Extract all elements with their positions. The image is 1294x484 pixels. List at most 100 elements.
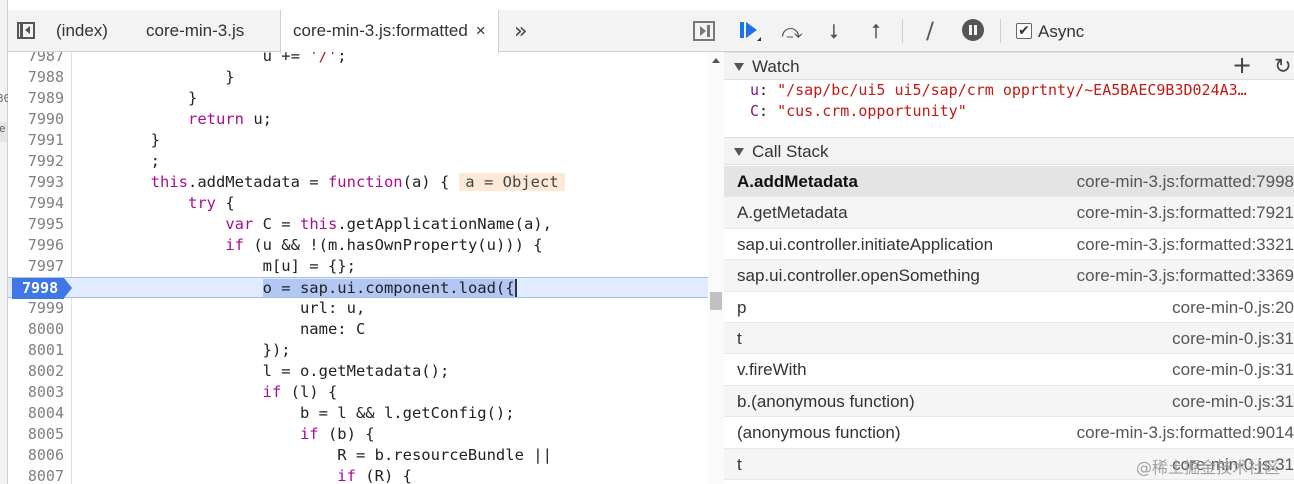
line-number[interactable]: 7994	[8, 193, 64, 214]
code-line[interactable]: 7992 ;	[8, 151, 708, 172]
code-text: if (R) {	[337, 467, 412, 484]
line-number[interactable]: 8005	[8, 424, 64, 445]
call-frame[interactable]: v.fireWith core-min-0.js:31	[724, 354, 1294, 386]
line-number[interactable]: 8003	[8, 382, 64, 403]
frame-location-link[interactable]: core-min-3.js:formatted:7921	[1024, 197, 1294, 228]
code-line[interactable]: 7999 url: u,	[8, 298, 708, 319]
line-number[interactable]: 7987	[8, 52, 64, 67]
line-number[interactable]: 7997	[8, 256, 64, 277]
code-line[interactable]: 7991 }	[8, 130, 708, 151]
deactivate-breakpoints-icon[interactable]: ⧸	[916, 19, 944, 43]
call-frame[interactable]: A.addMetadata core-min-3.js:formatted:799…	[724, 166, 1294, 198]
frame-location-link[interactable]: core-min-3.js:formatted:9014	[1024, 417, 1294, 448]
code-line[interactable]: 8004 b = l && l.getConfig();	[8, 403, 708, 424]
step-over-icon[interactable]: ⤼	[778, 19, 806, 43]
code-line[interactable]: 7990 return u;	[8, 109, 708, 130]
line-number[interactable]: 8002	[8, 361, 64, 382]
frame-function: sap.ui.controller.initiateApplication	[737, 234, 994, 254]
watermark: @稀土掘金技术社区	[1135, 458, 1280, 477]
line-number[interactable]: 8001	[8, 340, 64, 361]
call-frame[interactable]: sap.ui.controller.initiateApplication cor…	[724, 229, 1294, 261]
resume-icon[interactable]	[736, 19, 764, 43]
code-line[interactable]: 7997 m[u] = {};	[8, 256, 708, 277]
code-line[interactable]: 7989 }	[8, 88, 708, 109]
call-frame[interactable]: b.(anonymous function) core-min-0.js:31	[724, 385, 1294, 418]
code-text: });	[76, 341, 291, 359]
frame-function: v.fireWith	[737, 360, 807, 380]
frame-location-link[interactable]: core-min-3.js:formatted:3369	[1024, 260, 1294, 291]
line-number[interactable]: 8006	[8, 445, 64, 466]
code-text: name: C	[76, 320, 366, 338]
call-frame[interactable]: t core-min-0.js:31	[724, 322, 1294, 355]
code-line[interactable]: 8005 if (b) {	[8, 424, 708, 445]
watch-section-header[interactable]: Watch + ↻	[724, 51, 1294, 80]
tab-core-min-3[interactable]: core-min-3.js	[134, 10, 256, 52]
call-stack-section-header[interactable]: Call Stack	[724, 137, 1294, 165]
code-line[interactable]: 8002 l = o.getMetadata();	[8, 361, 708, 382]
scroll-thumb[interactable]	[710, 292, 722, 310]
step-into-icon[interactable]: ⭣	[820, 19, 848, 43]
frame-function: p	[737, 297, 747, 317]
watch-item[interactable]: u: "/sap/bc/ui5 ui5/sap/crm opprtnty/~EA…	[724, 80, 1294, 101]
line-number[interactable]: 7991	[8, 130, 64, 151]
code-line[interactable]: 8000 name: C	[8, 319, 708, 340]
code-line[interactable]: 8003 if (l) {	[8, 382, 708, 403]
code-text: this.addMetadata = function(a) {a = Obje…	[76, 172, 565, 193]
line-number[interactable]: 8004	[8, 403, 64, 424]
frame-function: t	[737, 328, 742, 348]
sources-panel: (index) core-min-3.js core-min-3.js:form…	[8, 0, 724, 484]
step-out-icon[interactable]: ⭡	[862, 19, 890, 43]
execution-line[interactable]: 7998 o = sap.ui.component.load({	[8, 277, 708, 299]
frame-location-link[interactable]: core-min-3.js:formatted:3321	[1024, 229, 1294, 260]
line-number[interactable]: 7989	[8, 88, 64, 109]
line-number[interactable]: 8007	[8, 466, 64, 484]
code-line[interactable]: 7996 if (u && !(m.hasOwnProperty(u))) {	[8, 235, 708, 256]
add-watch-icon[interactable]: +	[1232, 51, 1252, 79]
call-frame[interactable]: (anonymous function) core-min-3.js:format…	[724, 417, 1294, 449]
line-number[interactable]: 8000	[8, 319, 64, 340]
async-checkbox[interactable]: ✔	[1016, 23, 1032, 39]
line-number[interactable]: 7995	[8, 214, 64, 235]
frame-location-link[interactable]: core-min-3.js:formatted:7998	[1024, 166, 1294, 197]
pause-on-exceptions-icon[interactable]	[962, 19, 984, 41]
paused-line-marker[interactable]: 7998	[12, 278, 72, 299]
line-number[interactable]: 7992	[8, 151, 64, 172]
code-line[interactable]: 7995 var C = this.getApplicationName(a),	[8, 214, 708, 235]
code-line[interactable]: 7993 this.addMetadata = function(a) {a =…	[8, 172, 708, 193]
line-number[interactable]: 7993	[8, 172, 64, 193]
line-number[interactable]: 7996	[8, 235, 64, 256]
code-line[interactable]: 7994 try {	[8, 193, 708, 214]
code-text: url: u,	[76, 299, 366, 317]
tab-index[interactable]: (index)	[44, 10, 120, 52]
vertical-scrollbar[interactable]	[708, 52, 724, 484]
frame-location-link[interactable]: core-min-0.js:31	[1024, 323, 1294, 354]
code-text: R = b.resourceBundle ||	[76, 446, 552, 464]
line-number[interactable]: 7999	[8, 298, 64, 319]
close-icon[interactable]: ×	[476, 21, 486, 40]
expand-triangle-icon	[734, 63, 744, 71]
left-edge-strip: 30 e	[0, 0, 10, 484]
code-line[interactable]: 8007 if (R) {	[8, 466, 708, 484]
navigator-toggle-icon[interactable]	[14, 20, 38, 42]
line-number[interactable]: 7990	[8, 109, 64, 130]
code-line[interactable]: 7987 u += '/';	[8, 52, 708, 67]
code-line[interactable]: 8001 });	[8, 340, 708, 361]
more-tabs-icon[interactable]: »	[514, 19, 527, 44]
code-line[interactable]: 7988 }	[8, 67, 708, 88]
call-frame[interactable]: p core-min-0.js:20	[724, 292, 1294, 323]
code-line[interactable]: 8006 R = b.resourceBundle ||	[8, 445, 708, 466]
tab-core-min-3-formatted[interactable]: core-min-3.js:formatted ×	[280, 10, 499, 53]
line-number[interactable]: 7988	[8, 67, 64, 88]
frame-location-link[interactable]: core-min-0.js:20	[1024, 292, 1294, 323]
frame-function: A.addMetadata	[737, 172, 858, 191]
call-frame[interactable]: sap.ui.controller.openSomething core-min-…	[724, 260, 1294, 292]
frame-location-link[interactable]: core-min-0.js:31	[1024, 386, 1294, 417]
code-editor[interactable]: 7987 u += '/'; 7988 } 7989 } 7990 return u;…	[8, 52, 724, 484]
watch-item[interactable]: C: "cus.crm.opportunity"	[724, 101, 1294, 122]
frame-location-link[interactable]: core-min-0.js:31	[1024, 354, 1294, 385]
call-frame[interactable]: A.getMetadata core-min-3.js:formatted:792…	[724, 197, 1294, 229]
toggle-debugger-sidebar-icon[interactable]	[693, 21, 715, 41]
watch-expression: u	[750, 81, 760, 99]
scroll-up-icon[interactable]	[712, 58, 720, 63]
refresh-watch-icon[interactable]: ↻	[1274, 52, 1292, 80]
